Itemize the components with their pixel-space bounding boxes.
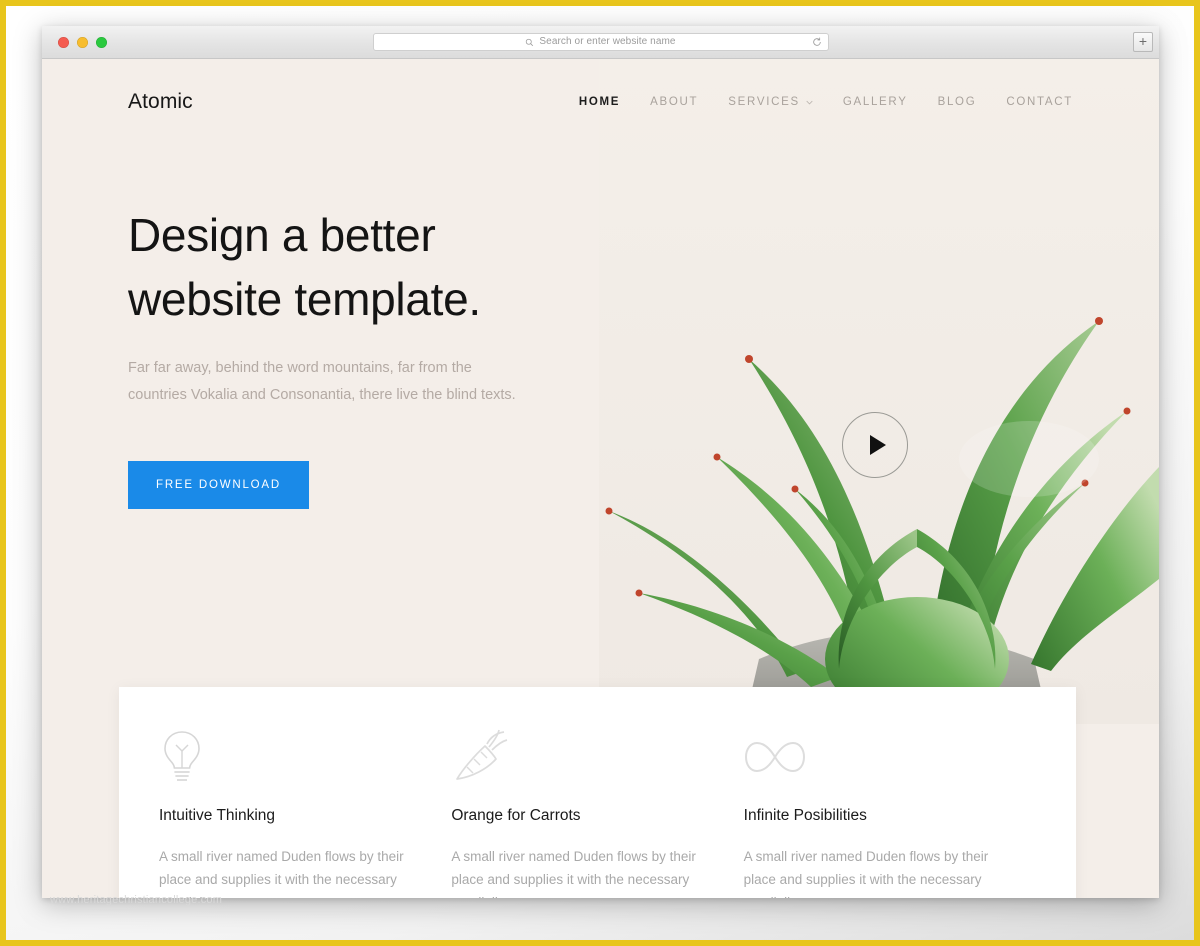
- infinity-icon: [744, 729, 998, 785]
- nav-item-label: SERVICES: [728, 96, 800, 108]
- hero-section: Design a better website template. Far fa…: [42, 145, 602, 509]
- nav-item-gallery[interactable]: GALLERY: [843, 96, 908, 108]
- lightbulb-icon: [159, 729, 413, 785]
- feature-item-orange-for-carrots: Orange for Carrots A small river named D…: [451, 729, 743, 898]
- window-controls: [58, 36, 107, 48]
- nav-item-services[interactable]: SERVICES: [728, 96, 813, 108]
- play-icon: [869, 435, 886, 455]
- browser-titlebar: Search or enter website name +: [42, 26, 1159, 59]
- nav-item-label: BLOG: [937, 96, 977, 108]
- hero-subtitle-line-2: countries Vokalia and Consonantia, there…: [128, 387, 516, 403]
- browser-window: Search or enter website name + Atomic HO…: [42, 26, 1159, 898]
- feature-text: A small river named Duden flows by their…: [743, 849, 989, 898]
- hero-title-line-1: Design a better: [128, 209, 436, 261]
- main-navigation: HOME ABOUT SERVICES GALLERY BLOG CONTACT: [579, 96, 1115, 108]
- minimize-window-button[interactable]: [77, 36, 88, 48]
- nav-item-label: GALLERY: [842, 96, 908, 108]
- free-download-button[interactable]: FREE DOWNLOAD: [128, 461, 309, 509]
- feature-title: Intuitive Thinking: [159, 807, 276, 824]
- feature-text: A small river named Duden flows by their…: [451, 849, 696, 898]
- feature-title: Orange for Carrots: [451, 807, 581, 824]
- website-viewport: Atomic HOME ABOUT SERVICES GALLERY BLOG …: [42, 59, 1159, 898]
- address-input-placeholder: Search or enter website name: [539, 36, 676, 47]
- succulent-illustration: [599, 59, 1159, 724]
- site-logo[interactable]: Atomic: [128, 90, 193, 114]
- hero-subtitle-line-1: Far far away, behind the word mountains,…: [128, 360, 472, 376]
- feature-item-infinite-posibilities: Infinite Posibilities A small river name…: [744, 729, 1036, 898]
- nav-item-contact[interactable]: CONTACT: [1006, 96, 1073, 108]
- chevron-down-icon: [806, 100, 813, 104]
- nav-item-blog[interactable]: BLOG: [938, 96, 977, 108]
- hero-title: Design a better website template.: [128, 203, 602, 331]
- nav-item-label: HOME: [578, 96, 621, 108]
- reload-icon[interactable]: [812, 37, 822, 47]
- maximize-window-button[interactable]: [96, 36, 107, 48]
- watermark-text: www.heritagechristiancollege.com: [50, 894, 223, 906]
- nav-item-label: ABOUT: [650, 96, 699, 108]
- hero-plant-photo: [599, 59, 1159, 724]
- feature-item-intuitive-thinking: Intuitive Thinking A small river named D…: [159, 729, 451, 898]
- nav-item-about[interactable]: ABOUT: [650, 96, 698, 108]
- feature-title: Infinite Posibilities: [743, 807, 867, 824]
- close-window-button[interactable]: [58, 36, 69, 48]
- address-bar-container: Search or enter website name: [372, 33, 829, 51]
- nav-item-label: CONTACT: [1006, 96, 1073, 108]
- nav-item-home[interactable]: HOME: [579, 96, 620, 108]
- features-card: Intuitive Thinking A small river named D…: [119, 687, 1076, 898]
- site-header: Atomic HOME ABOUT SERVICES GALLERY BLOG …: [42, 59, 1159, 145]
- carrot-icon: [451, 729, 705, 785]
- new-tab-button[interactable]: +: [1133, 32, 1153, 52]
- play-video-button[interactable]: [842, 412, 908, 478]
- address-bar[interactable]: Search or enter website name: [372, 33, 829, 51]
- hero-title-line-2: website template.: [128, 273, 481, 325]
- search-icon: [526, 38, 534, 46]
- hero-subtitle: Far far away, behind the word mountains,…: [128, 355, 568, 409]
- page-frame: Search or enter website name + Atomic HO…: [0, 0, 1200, 946]
- feature-text: A small river named Duden flows by their…: [159, 849, 404, 898]
